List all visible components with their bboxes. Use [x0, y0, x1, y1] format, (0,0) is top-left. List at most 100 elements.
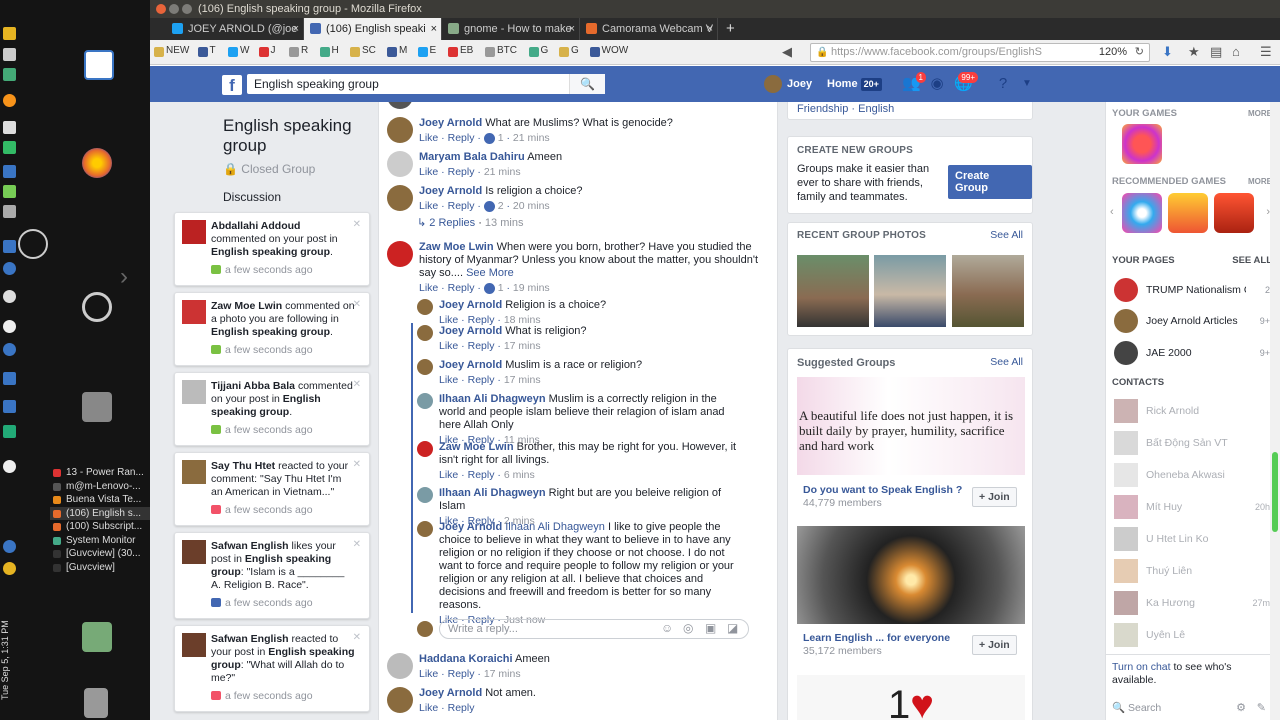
app-icon[interactable]	[3, 562, 16, 575]
taskbar-item[interactable]: Buena Vista Te...	[50, 493, 150, 507]
bookmark-icon[interactable]	[289, 47, 299, 57]
bookmark-label[interactable]: W	[240, 45, 249, 56]
suggested-group-name[interactable]: Learn English ... for everyone	[803, 632, 950, 644]
taskbar-item[interactable]: m@m-Lenovo-...	[50, 480, 150, 494]
notifications-icon[interactable]: 🌐 99+	[954, 72, 978, 92]
bookmark-label[interactable]: EB	[460, 45, 473, 56]
notification-card[interactable]: ✕ Abdallahi Addoud commented on your post…	[174, 212, 370, 286]
fb-search-input[interactable]: English speaking group 🔍	[247, 74, 605, 94]
group-photo[interactable]	[797, 255, 869, 327]
maximize-window-button[interactable]	[182, 4, 192, 14]
app-icon[interactable]	[3, 372, 16, 385]
comment-author[interactable]: Joey Arnold	[439, 521, 502, 533]
drive-icon[interactable]	[82, 392, 112, 422]
comment-author[interactable]: Joey Arnold	[439, 325, 502, 337]
turn-on-chat-link[interactable]: Turn on chat	[1112, 661, 1171, 673]
pages-see-all-link[interactable]: SEE ALL	[1232, 255, 1272, 266]
facebook-logo-icon[interactable]: f	[222, 75, 242, 95]
app-icon[interactable]	[18, 229, 48, 259]
app-icon[interactable]	[3, 262, 16, 275]
contact-item[interactable]: Ka Hương 27m	[1114, 591, 1274, 615]
create-group-button[interactable]: Create Group	[948, 165, 1032, 199]
bookmark-label[interactable]: NEW	[166, 45, 189, 56]
like-link[interactable]: Like	[419, 200, 438, 212]
like-link[interactable]: Like	[419, 702, 438, 714]
bookmark-icon[interactable]	[589, 47, 600, 57]
avatar[interactable]	[417, 325, 433, 341]
app-icon[interactable]	[3, 165, 16, 178]
game-icon[interactable]	[1122, 124, 1162, 164]
app-icon[interactable]	[3, 320, 16, 333]
comment-author[interactable]: Haddana Koraichi	[419, 653, 513, 665]
taskbar-item[interactable]: System Monitor	[50, 534, 150, 548]
suggested-see-all-link[interactable]: See All	[990, 356, 1023, 368]
comment-author[interactable]: Joey Arnold	[439, 299, 502, 311]
see-more-link[interactable]: See More	[466, 267, 514, 279]
new-tab-button[interactable]: +	[718, 18, 743, 40]
like-link[interactable]: Like	[439, 374, 458, 386]
contact-item[interactable]: Mít Huy 20h	[1114, 495, 1274, 519]
tab-0[interactable]: JOEY ARNOLD (@joe ×	[166, 18, 304, 40]
user-icon[interactable]	[82, 622, 112, 652]
group-cover-image[interactable]	[797, 526, 1025, 624]
close-window-button[interactable]	[156, 4, 166, 14]
bookmark-label[interactable]: E	[430, 45, 437, 56]
close-tab-icon[interactable]: ×	[569, 18, 575, 40]
bookmark-icon[interactable]	[387, 47, 397, 57]
app-icon[interactable]	[3, 121, 16, 134]
comment-author[interactable]: Joey Arnold	[419, 687, 482, 699]
app-icon[interactable]	[3, 205, 16, 218]
comment-author[interactable]: Maryam Bala Dahiru	[419, 151, 525, 163]
contact-item[interactable]: U Htet Lin Ko	[1114, 527, 1274, 551]
document-icon[interactable]	[84, 50, 114, 80]
page-item[interactable]: Joey Arnold Articles 9+	[1114, 309, 1274, 333]
sticker-icon[interactable]: ◪	[727, 621, 738, 635]
bookmark-label[interactable]: T	[210, 45, 216, 56]
game-icon[interactable]	[1122, 193, 1162, 233]
reply-link[interactable]: Reply	[448, 200, 475, 212]
url-bar[interactable]: 🔒 https://www.facebook.com/groups/Englis…	[810, 43, 1150, 62]
tab-3[interactable]: Camorama Webcam V ×	[580, 18, 718, 40]
app-icon[interactable]	[3, 425, 16, 438]
join-group-button[interactable]: + Join	[972, 487, 1017, 507]
page-item[interactable]: TRUMP Nationalism O...2	[1114, 278, 1274, 302]
firefox-icon[interactable]	[82, 148, 112, 178]
app-icon[interactable]	[3, 240, 16, 253]
contact-item[interactable]: Oheneba Akwasi	[1114, 463, 1274, 487]
app-icon[interactable]	[3, 68, 16, 81]
close-icon[interactable]: ✕	[353, 298, 361, 311]
avatar[interactable]	[417, 441, 433, 457]
app-icon[interactable]	[3, 48, 16, 61]
avatar[interactable]	[387, 117, 413, 143]
reply-link[interactable]: Reply	[448, 166, 475, 178]
chevron-left-icon[interactable]: ‹	[1110, 206, 1114, 218]
taskbar-item[interactable]: (100) Subscript...	[50, 520, 150, 534]
close-tab-icon[interactable]: ×	[293, 18, 299, 40]
library-icon[interactable]: ▤	[1210, 44, 1222, 60]
bookmark-icon[interactable]	[319, 47, 330, 57]
like-link[interactable]: Like	[419, 166, 438, 178]
avatar[interactable]	[417, 359, 433, 375]
taskbar-item[interactable]: 13 - Power Ran...	[50, 466, 150, 480]
close-tab-icon[interactable]: ×	[707, 18, 713, 40]
friend-requests-icon[interactable]: 👥 1	[902, 72, 926, 92]
reply-link[interactable]: Reply	[468, 469, 495, 481]
app-icon[interactable]	[3, 290, 16, 303]
group-name[interactable]: English speaking group	[223, 116, 363, 156]
clock[interactable]: Tue Sep 5, 1:31 PM	[0, 600, 20, 720]
notification-card[interactable]: ✕ Zaw Moe Lwin commented on a photo you a…	[174, 292, 370, 366]
page-item[interactable]: JAE 2000 9+	[1114, 341, 1274, 365]
close-icon[interactable]: ✕	[353, 218, 361, 231]
notification-card[interactable]: ✕ Tijjani Abba Bala commented on your pos…	[174, 372, 370, 446]
home-icon[interactable]: ⌂	[1232, 44, 1240, 59]
bookmark-label[interactable]: G	[571, 45, 579, 56]
group-tags[interactable]: Friendship · English	[797, 103, 894, 115]
zoom-level[interactable]: 120%	[1099, 44, 1127, 61]
bitcoin-icon[interactable]	[3, 94, 16, 107]
reply-link[interactable]: Reply	[448, 282, 475, 294]
reply-link[interactable]: Reply	[448, 668, 475, 680]
home-link[interactable]: Home 20+	[827, 75, 882, 93]
trash-icon[interactable]	[84, 688, 108, 718]
avatar[interactable]	[417, 393, 433, 409]
bookmark-icon[interactable]	[528, 47, 539, 57]
